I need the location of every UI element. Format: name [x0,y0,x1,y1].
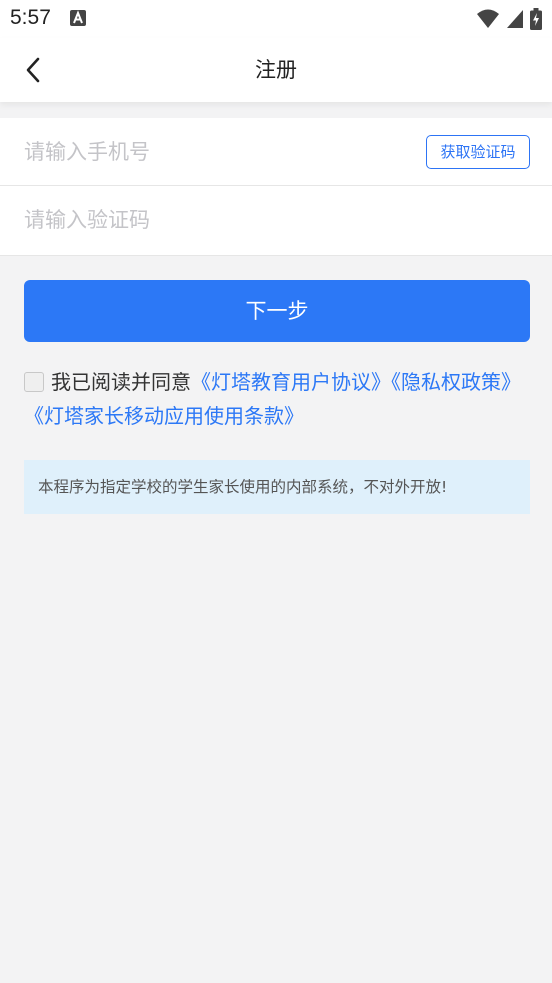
user-agreement-link[interactable]: 《灯塔教育用户协议》 [191,370,391,394]
wifi-icon [477,9,499,28]
top-navbar: 注册 [0,38,552,102]
notice-banner: 本程序为指定学校的学生家长使用的内部系统，不对外开放! [24,460,530,514]
agreement-prefix: 我已阅读并同意 [51,370,191,394]
signal-icon [507,10,523,28]
battery-charging-icon [530,8,542,30]
chevron-left-icon [26,57,40,83]
next-step-button[interactable]: 下一步 [24,280,530,342]
phone-input[interactable] [24,132,384,172]
status-bar: 5:57 [0,0,552,38]
get-code-button[interactable]: 获取验证码 [426,135,530,169]
code-row [0,186,552,254]
privacy-policy-link[interactable]: 《隐私权政策》 [391,370,521,394]
text-a-icon [70,10,86,26]
agreement-text: 我已阅读并同意《灯塔教育用户协议》《隐私权政策》《灯塔家长移动应用使用条款》 [24,365,534,433]
terms-of-use-link[interactable]: 《灯塔家长移动应用使用条款》 [24,404,304,428]
register-form: 获取验证码 [0,118,552,256]
status-icons [476,8,542,30]
phone-row: 获取验证码 [0,118,552,186]
page-title: 注册 [255,58,297,82]
back-button[interactable] [14,50,52,90]
code-input[interactable] [24,200,384,240]
status-time: 5:57 [10,6,51,29]
agree-checkbox[interactable] [24,372,44,392]
